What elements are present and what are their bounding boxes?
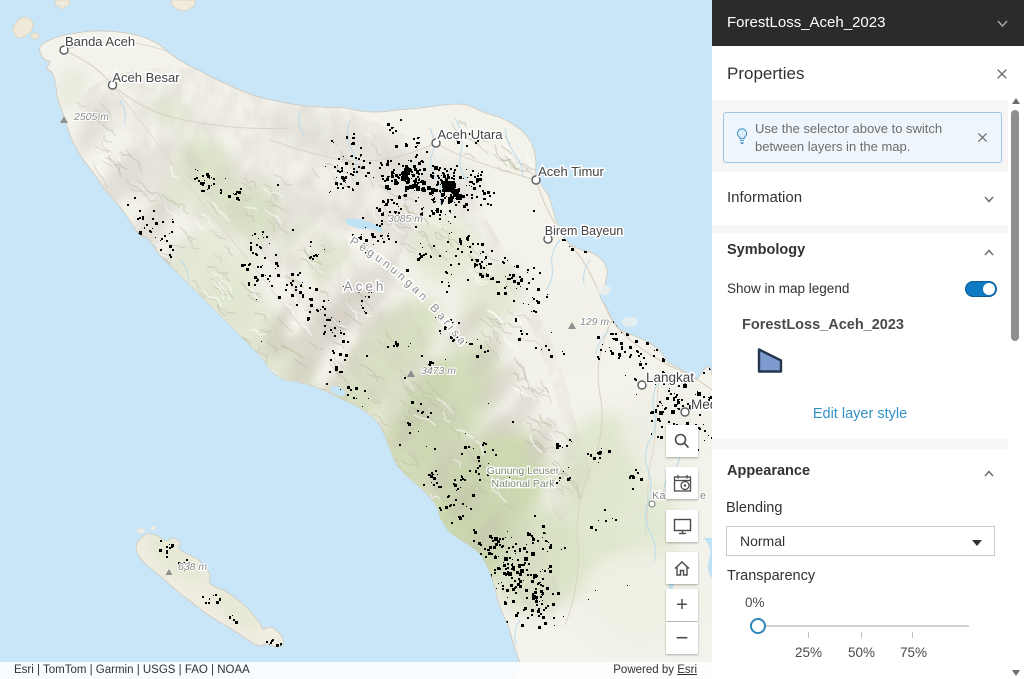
svg-text:Langkat: Langkat	[646, 370, 694, 385]
svg-text:3473 m: 3473 m	[421, 365, 456, 377]
svg-text:Aceh Besar: Aceh Besar	[112, 70, 180, 85]
svg-text:National Park: National Park	[491, 478, 555, 490]
svg-text:e: e	[700, 490, 706, 502]
svg-text:Aceh Utara: Aceh Utara	[437, 127, 503, 142]
svg-text:129 m: 129 m	[580, 316, 609, 328]
svg-text:Banda Aceh: Banda Aceh	[65, 34, 135, 49]
svg-text:Aceh Timur: Aceh Timur	[538, 164, 604, 179]
svg-text:Gunung Leuser: Gunung Leuser	[487, 465, 560, 477]
svg-text:Aceh: Aceh	[344, 279, 387, 294]
svg-text:638 m: 638 m	[178, 561, 207, 573]
svg-text:Birem Bayeun: Birem Bayeun	[545, 224, 624, 238]
svg-text:Medan: Medan	[691, 397, 712, 412]
svg-text:Ka: Ka	[652, 490, 666, 502]
svg-text:3085 m: 3085 m	[388, 213, 423, 225]
svg-text:2505 m: 2505 m	[73, 111, 109, 123]
